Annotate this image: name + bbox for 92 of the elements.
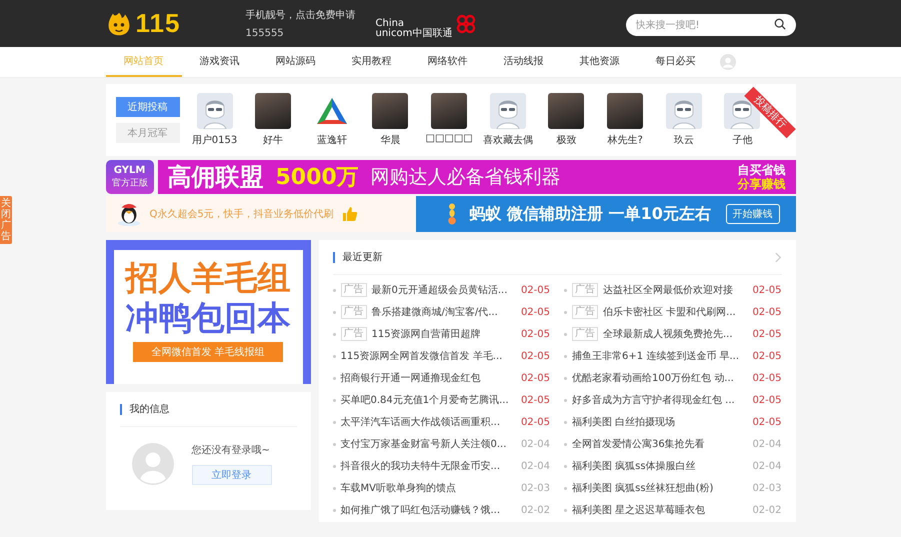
default-avatar-icon[interactable] — [490, 93, 526, 129]
article-link[interactable]: 鲁乐搭建微商城/淘宝客/代... — [372, 305, 498, 319]
ad-banner[interactable]: 蚂蚁 微信辅助注册 一单10元左右 开始赚钱 — [416, 196, 796, 232]
nav-tab[interactable]: 其他资源 — [562, 47, 638, 77]
article-link[interactable]: 全球最新成人视频免费抢先... — [603, 327, 733, 341]
article-link[interactable]: 如何推广饿了吗红包活动赚钱？饿... — [340, 503, 500, 517]
post-date: 02-05 — [520, 372, 550, 384]
section-title: 最近更新 — [342, 250, 382, 264]
user-name[interactable]: 喜欢藏去偶 — [482, 133, 533, 147]
photo-placeholder[interactable] — [607, 93, 644, 129]
article-link[interactable]: 福利美图 疯狐ss体操服白丝 — [572, 459, 696, 473]
article-link[interactable]: 福利美图 白丝拍摄现场 — [572, 415, 676, 429]
nav-tab[interactable]: 网站源码 — [258, 47, 334, 77]
post-date: 02-05 — [752, 350, 782, 362]
penguin-icon — [116, 201, 142, 227]
article-link[interactable]: 伯乐卡密社区 卡盟和代刷网... — [603, 305, 736, 319]
post-date: 02-02 — [752, 504, 782, 516]
article-link[interactable]: 福利美图 星之迟迟草莓睡衣包 — [572, 503, 706, 517]
article-link[interactable]: 抖音很火的我功夫特牛无限金币安... — [340, 459, 500, 473]
recruit-poster[interactable]: 招人羊毛组 冲鸭包回本 全网微信首发 羊毛线报组 — [106, 240, 310, 384]
post-date: 02-04 — [520, 460, 550, 472]
user-name[interactable]: □□□□□ — [426, 133, 473, 144]
ad-tag: 广告 — [572, 305, 598, 319]
article-link[interactable]: 115资源网自营莆田超牌 — [372, 327, 481, 341]
ad-tag: 广告 — [572, 283, 598, 297]
article-link[interactable]: 115资源网全网首发微信首发 羊毛... — [340, 349, 502, 363]
article-link[interactable]: 买单吧0.84元充值1个月爱奇艺腾讯... — [340, 393, 509, 407]
nav-tab[interactable]: 网络软件 — [410, 47, 486, 77]
photo-placeholder[interactable] — [372, 93, 408, 129]
login-prompt: 您还没有登录哦~ — [192, 444, 271, 457]
post-date: 02-05 — [520, 284, 550, 296]
article-link[interactable]: 车载MV听歌单身狗的馈点 — [340, 481, 456, 495]
carrier-name: China — [376, 18, 404, 28]
post-date: 02-05 — [752, 416, 782, 428]
article-link[interactable]: 全网首发爱情公寓36集抢先看 — [572, 437, 705, 451]
post-date: 02-05 — [520, 306, 550, 318]
user-name[interactable]: 玖云 — [674, 133, 694, 147]
post-date: 02-04 — [520, 438, 550, 450]
article-link[interactable]: 支付宝万家基金财富号新人关注领0... — [340, 437, 506, 451]
post-date: 02-03 — [520, 482, 550, 494]
post-date: 02-05 — [520, 350, 550, 362]
post-date: 02-05 — [752, 306, 782, 318]
article-link[interactable]: 达益社区全网最低价欢迎对接 — [603, 283, 733, 297]
article-link[interactable]: 好多音成为方言守护者得现金红包 ... — [572, 393, 735, 407]
photo-placeholder[interactable] — [548, 93, 584, 129]
phone-number: 155555 — [246, 28, 285, 39]
default-avatar-icon[interactable] — [196, 93, 232, 129]
post-date: 02-05 — [520, 328, 550, 340]
ad-tag: 广告 — [572, 327, 598, 341]
user-name[interactable]: 极致 — [556, 133, 576, 147]
site-logo[interactable]: 115 — [136, 8, 180, 39]
search-icon[interactable] — [774, 18, 786, 30]
article-link[interactable]: 最新0元开通超级会员黄钻活... — [372, 283, 508, 297]
app-logo[interactable]: GYLM 官方正版 — [106, 160, 154, 194]
section-title: 我的信息 — [130, 402, 170, 416]
article-link[interactable]: 招商银行开通一网通撸现金红包 — [340, 371, 480, 385]
article-link[interactable]: 福利美图 疯狐ss丝袜狂想曲(粉) — [572, 481, 714, 495]
post-date: 02-05 — [520, 416, 550, 428]
promo-text[interactable]: 手机靓号，点击免费申请 — [246, 8, 376, 22]
nav-tab[interactable]: 活动线报 — [486, 47, 562, 77]
post-date: 02-04 — [752, 460, 782, 472]
user-name[interactable]: 华晨 — [380, 133, 400, 147]
article-link[interactable]: 太平洋汽车话画大作战领话画重积... — [340, 415, 500, 429]
ad-tag: 广告 — [340, 327, 366, 341]
nav-tab[interactable]: 每日必买 — [638, 47, 714, 77]
carrier-name: unicom中国联通 — [376, 28, 452, 38]
ad-tag: 广告 — [340, 283, 366, 297]
photo-placeholder[interactable] — [431, 93, 468, 129]
post-date: 02-03 — [752, 482, 782, 494]
post-date: 02-05 — [752, 284, 782, 296]
article-link[interactable]: 优酷老家看动画给100万份红包 动... — [572, 371, 734, 385]
post-date: 02-02 — [520, 504, 550, 516]
search-field[interactable]: 快来搜一搜吧! — [626, 14, 796, 36]
user-name[interactable]: 好牛 — [263, 133, 284, 147]
default-avatar-icon[interactable] — [666, 93, 702, 129]
user-name[interactable]: 林先生? — [607, 133, 643, 147]
user-name[interactable]: 蓝逸轩 — [316, 133, 347, 147]
ad-banner[interactable]: 高佣联盟 5000万 网购达人必备省钱利器 自买省钱 分享赚钱 — [158, 160, 796, 194]
photo-placeholder[interactable] — [255, 93, 292, 129]
nav-tab[interactable]: 实用教程 — [334, 47, 410, 77]
post-date: 02-05 — [520, 394, 550, 406]
default-avatar-icon — [132, 443, 174, 485]
ad-tag: 广告 — [340, 305, 366, 319]
post-date: 02-04 — [752, 438, 782, 450]
article-link[interactable]: 捕鱼王非常6+1 连续签到送金币 早... — [572, 349, 739, 363]
post-date: 02-05 — [752, 328, 782, 340]
post-date: 02-05 — [752, 372, 782, 384]
user-name[interactable]: 用户0153 — [192, 133, 238, 147]
flame-mascot-icon — [106, 10, 132, 36]
thumbs-up-icon — [342, 206, 358, 222]
post-date: 02-05 — [752, 394, 782, 406]
nav-tab[interactable]: 游戏资讯 — [182, 47, 258, 77]
